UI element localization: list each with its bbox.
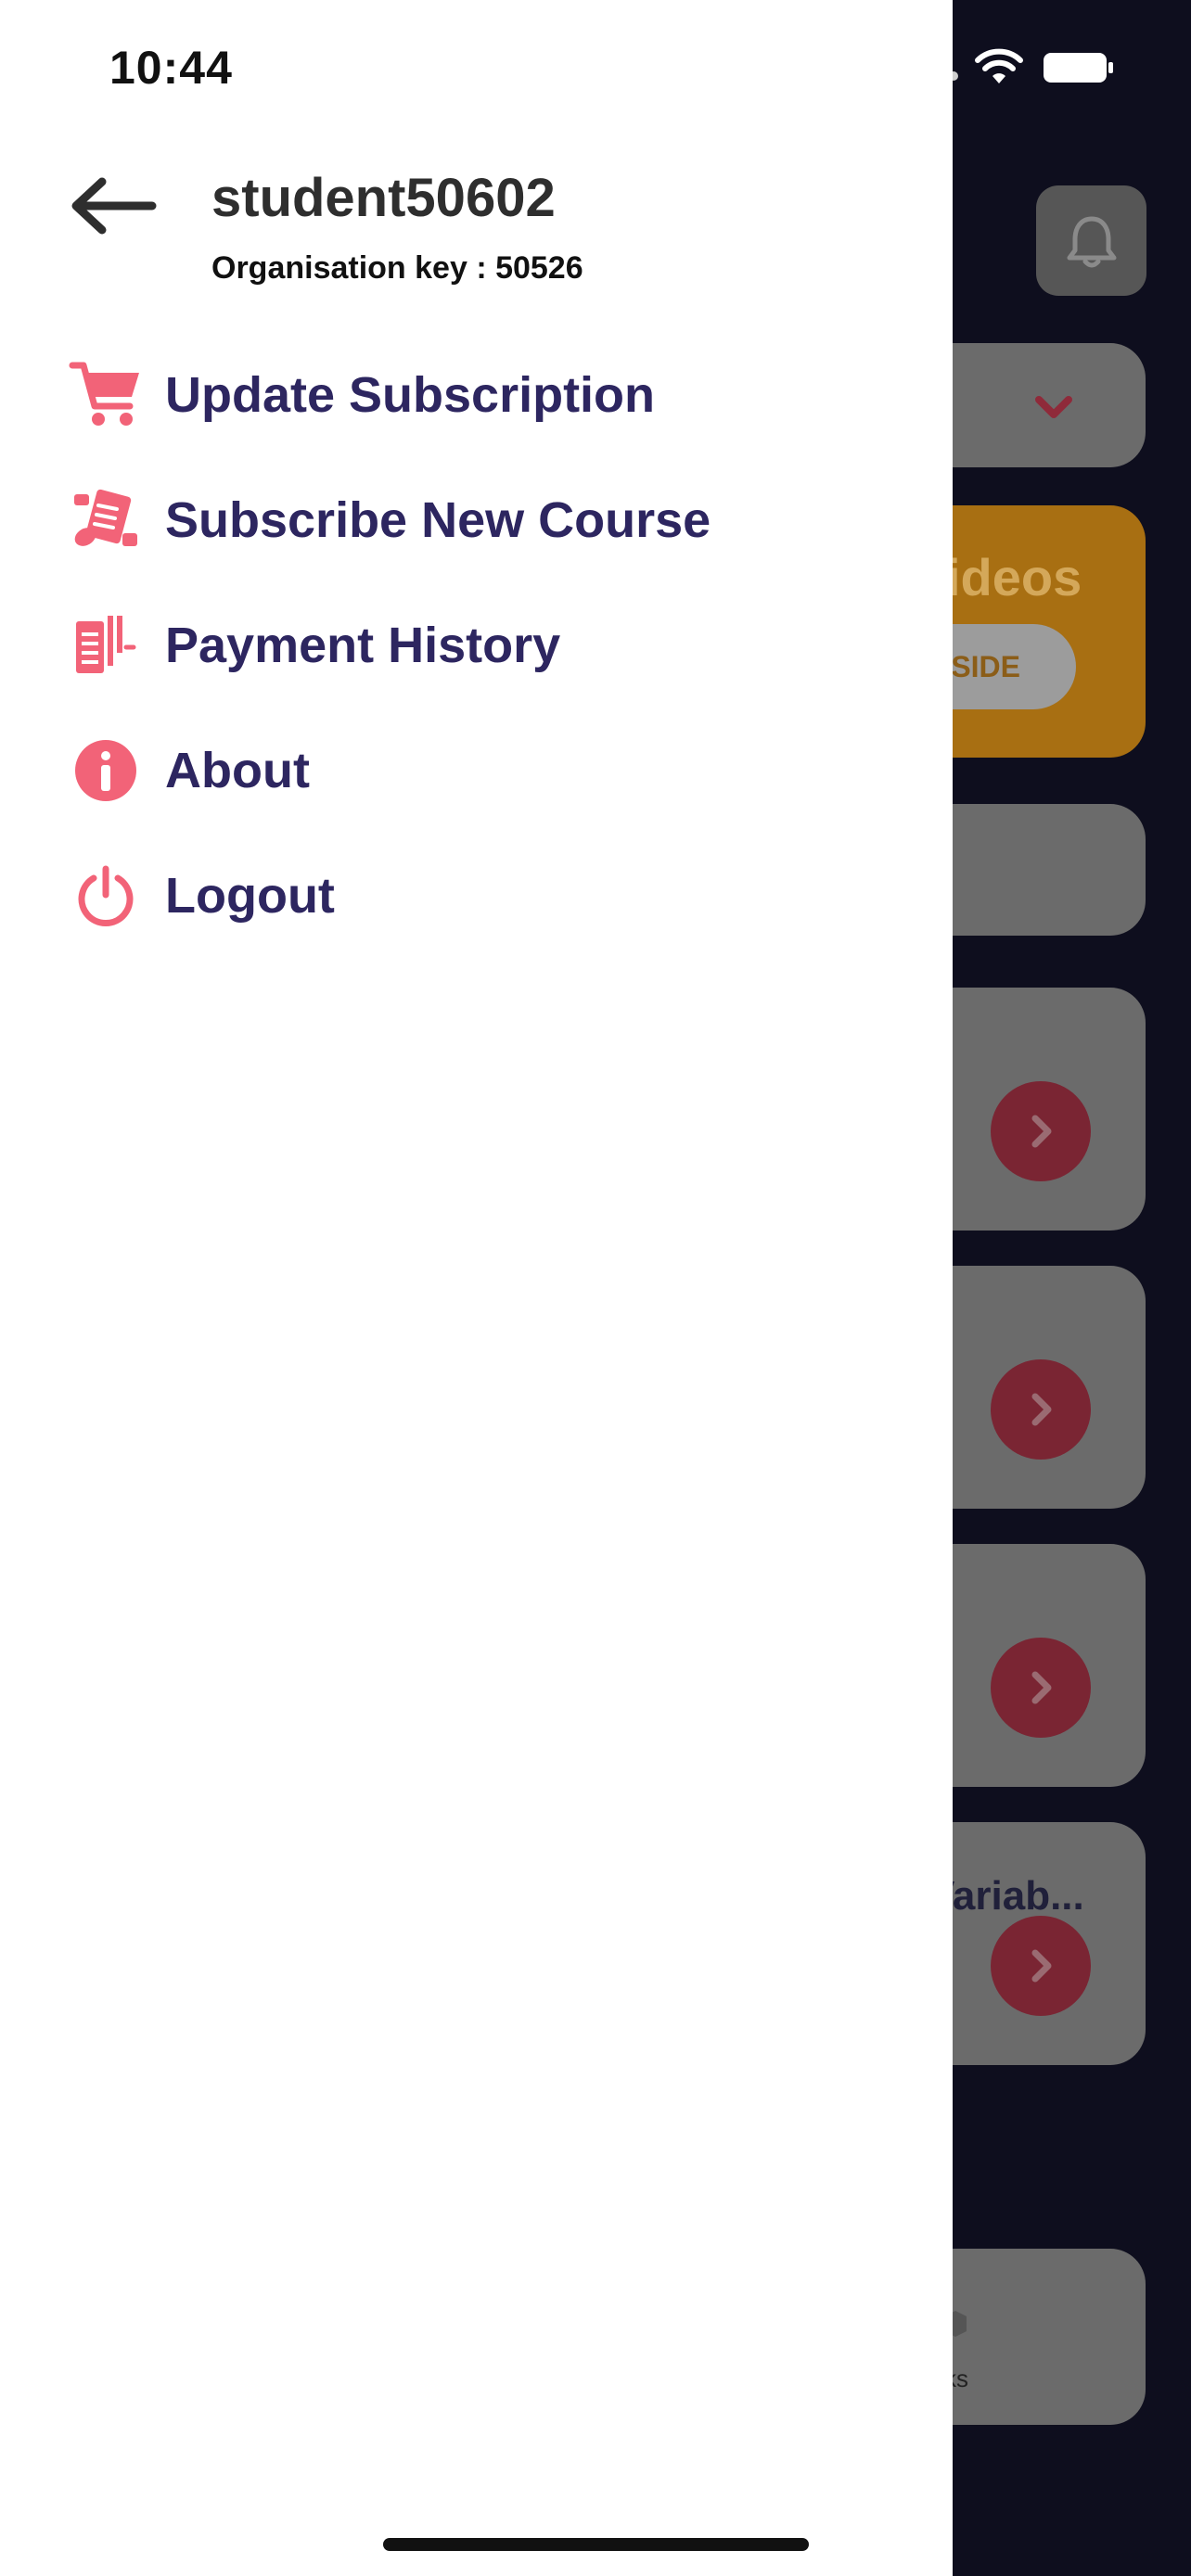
menu-label: About — [165, 743, 310, 798]
chevron-right-icon — [1031, 1115, 1052, 1148]
cart-icon — [67, 356, 145, 434]
menu-label: Subscribe New Course — [165, 492, 711, 548]
chevron-right-icon — [1031, 1949, 1052, 1983]
card-arrow-button[interactable] — [991, 1638, 1091, 1738]
arrow-left-icon — [71, 177, 157, 235]
menu-item-update-subscription[interactable]: Update Subscription — [67, 344, 883, 446]
promo-title: ideos — [946, 548, 1082, 606]
menu-label: Logout — [165, 868, 335, 924]
status-time: 10:44 — [109, 42, 233, 94]
menu-label: Update Subscription — [165, 367, 656, 423]
battery-icon — [1044, 53, 1113, 83]
power-icon — [67, 857, 145, 935]
receipt-icon — [67, 606, 145, 684]
card-arrow-button[interactable] — [991, 1081, 1091, 1181]
chevron-right-icon — [1031, 1393, 1052, 1426]
course-icon — [67, 481, 145, 559]
menu-item-payment-history[interactable]: Payment History — [67, 594, 883, 696]
card-arrow-button[interactable] — [991, 1359, 1091, 1460]
navigation-drawer: 10:44 student50602 Organisation key : 50… — [0, 0, 953, 2576]
bell-icon — [1067, 216, 1116, 267]
menu-item-logout[interactable]: Logout — [67, 845, 883, 947]
menu-item-about[interactable]: About — [67, 720, 883, 822]
home-indicator[interactable] — [383, 2538, 809, 2551]
menu-label: Payment History — [165, 618, 561, 673]
wifi-icon — [975, 48, 1023, 83]
menu-item-subscribe-new-course[interactable]: Subscribe New Course — [67, 469, 883, 571]
user-name: student50602 — [211, 168, 556, 228]
organisation-key: Organisation key : 50526 — [211, 250, 583, 286]
notification-button[interactable] — [1036, 185, 1146, 296]
chevron-down-icon — [1035, 396, 1072, 418]
card-arrow-button[interactable] — [991, 1916, 1091, 2016]
back-button[interactable] — [67, 167, 160, 245]
info-icon — [67, 732, 145, 810]
chevron-right-icon — [1031, 1671, 1052, 1704]
